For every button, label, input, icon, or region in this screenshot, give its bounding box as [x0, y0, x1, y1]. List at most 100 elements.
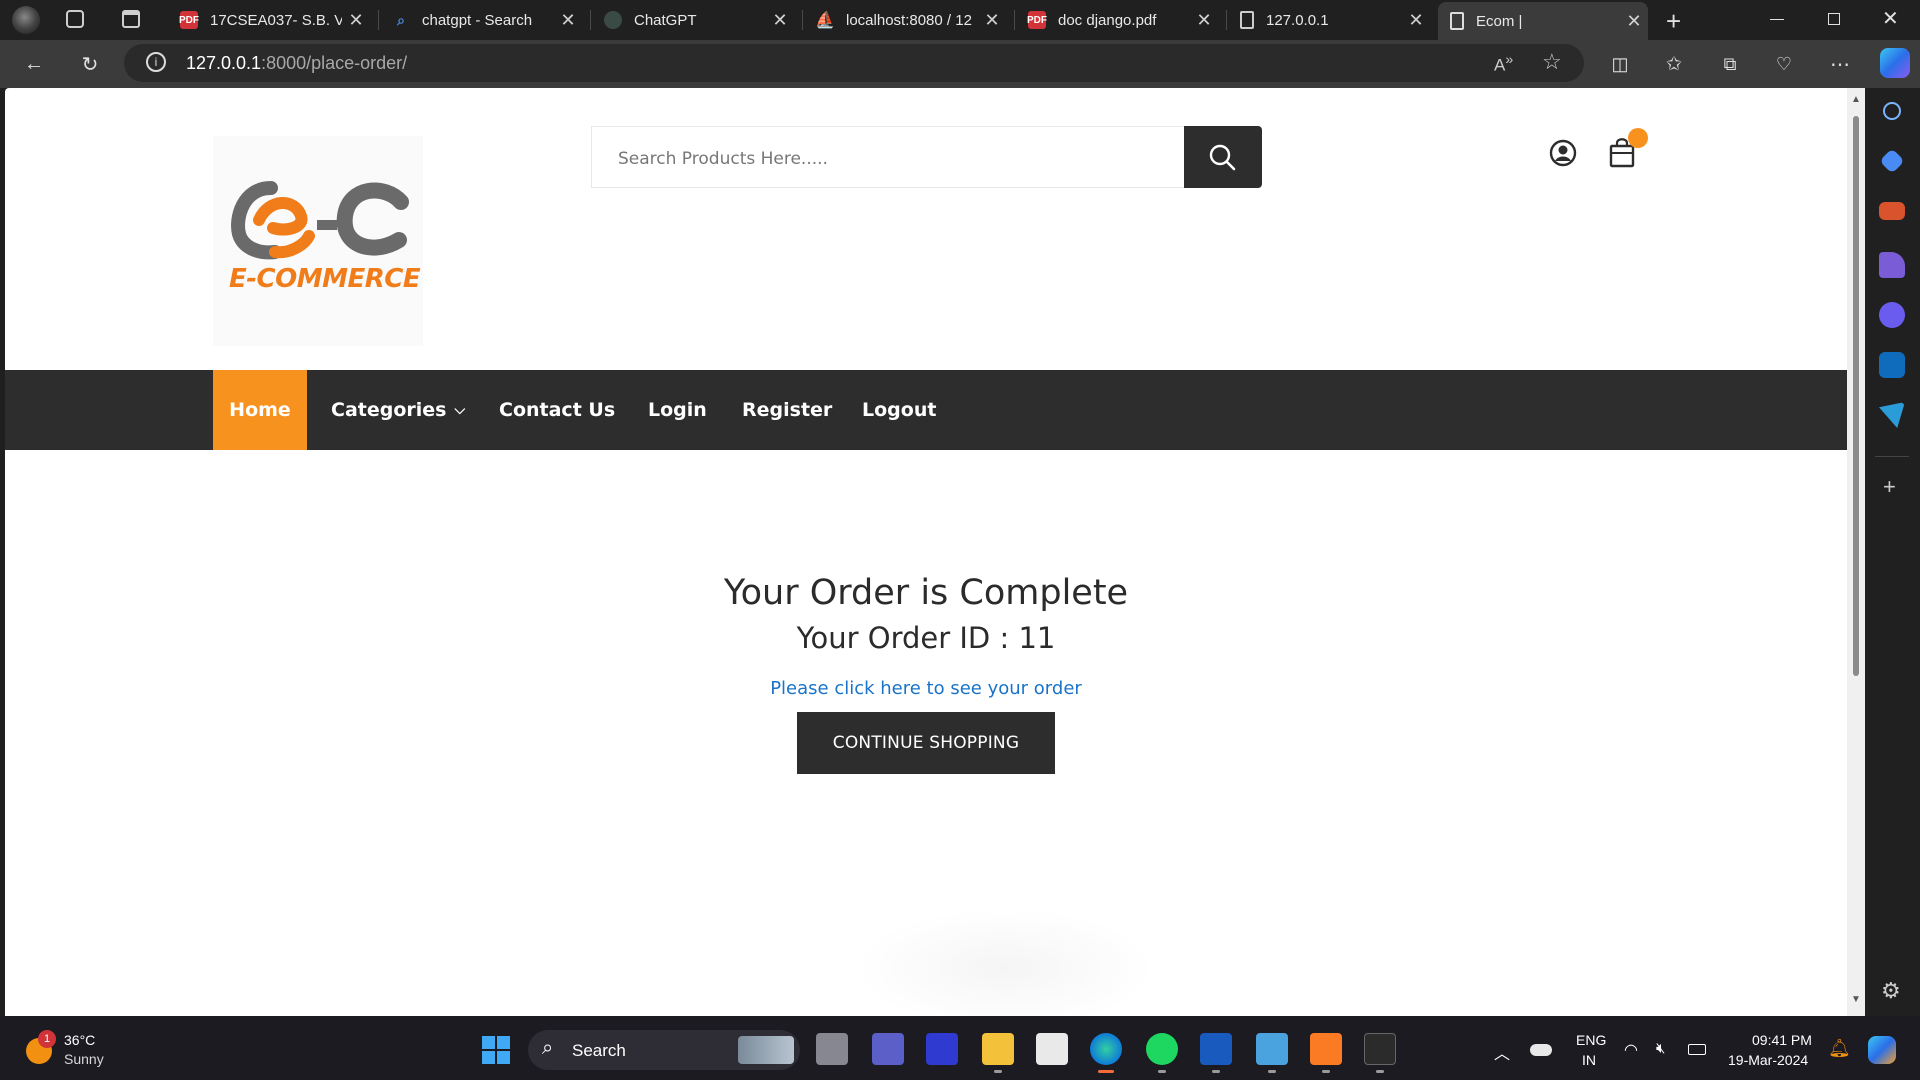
word-icon[interactable]: [1200, 1033, 1232, 1065]
logo-text: E-COMMERCE: [229, 264, 421, 294]
tools-icon[interactable]: [1879, 202, 1905, 220]
back-icon[interactable]: ←: [18, 48, 50, 80]
copilot-sidebar-icon[interactable]: [1879, 302, 1905, 328]
sidebar-search-icon[interactable]: [1883, 102, 1901, 120]
battery-icon[interactable]: [1688, 1044, 1706, 1055]
scrollbar-thumb[interactable]: [1853, 116, 1859, 676]
nav-categories-label: Categories: [331, 399, 447, 421]
language-bottom[interactable]: IN: [1582, 1052, 1596, 1068]
tab-pdf-1[interactable]: PDF 17CSEA037- S.B. VL ✕: [168, 4, 370, 36]
new-tab-icon[interactable]: +: [1666, 6, 1681, 37]
taskbar-search-label: Search: [572, 1041, 626, 1060]
tab-localhost[interactable]: 127.0.0.1 ✕: [1228, 4, 1430, 36]
workspaces-icon[interactable]: [66, 10, 84, 28]
tab-title: ChatGPT: [634, 11, 697, 29]
page-viewport: E-COMMERCE Search Products Here..... Hom…: [5, 88, 1847, 1016]
user-account-icon[interactable]: [1548, 138, 1578, 168]
nav-login[interactable]: Login: [648, 370, 707, 450]
xampp-icon[interactable]: [1310, 1033, 1342, 1065]
weather-desc: Sunny: [64, 1051, 104, 1067]
site-logo[interactable]: E-COMMERCE: [213, 136, 423, 346]
split-screen-icon[interactable]: ◫: [1604, 48, 1636, 80]
tab-chatgpt-search[interactable]: ⌕ chatgpt - Search ✕: [380, 4, 582, 36]
app-m-icon[interactable]: [926, 1033, 958, 1065]
close-icon[interactable]: ✕: [766, 10, 794, 31]
page-scrollbar[interactable]: ▲ ▼: [1847, 88, 1865, 1016]
microsoft-store-icon[interactable]: [1036, 1033, 1068, 1065]
pdf-icon: PDF: [179, 11, 199, 29]
clock-date[interactable]: 19-Mar-2024: [1728, 1052, 1808, 1068]
search-button[interactable]: [1184, 126, 1262, 188]
tab-title: chatgpt - Search: [422, 11, 533, 29]
file-explorer-icon[interactable]: [982, 1033, 1014, 1065]
close-icon[interactable]: ✕: [978, 10, 1006, 31]
weather-badge: 1: [38, 1030, 56, 1048]
tab-title: Ecom |: [1476, 12, 1523, 30]
nav-register[interactable]: Register: [742, 370, 832, 450]
close-icon[interactable]: ✕: [1190, 10, 1218, 31]
spotify-icon[interactable]: [1146, 1033, 1178, 1065]
taskbar-search-box[interactable]: ⌕ Search: [528, 1030, 800, 1070]
address-bar[interactable]: i 127.0.0.1:8000/place-order/ A» ☆: [124, 44, 1584, 82]
collections-icon[interactable]: ⧉: [1714, 48, 1746, 80]
terminal-icon[interactable]: [1364, 1033, 1396, 1065]
notepad-icon[interactable]: [1256, 1033, 1288, 1065]
order-complete-heading: Your Order is Complete: [723, 573, 1129, 613]
task-view-icon[interactable]: [816, 1033, 848, 1065]
tab-title: doc django.pdf: [1058, 11, 1157, 29]
favorite-star-icon[interactable]: ☆: [1542, 49, 1562, 75]
tab-ecom[interactable]: Ecom | ✕: [1438, 2, 1648, 40]
send-icon[interactable]: [1879, 402, 1905, 428]
tab-title: 127.0.0.1: [1266, 11, 1329, 29]
more-options-icon[interactable]: ⋯: [1824, 48, 1856, 80]
volume-muted-icon[interactable]: 🔇︎: [1656, 1040, 1665, 1057]
outlook-icon[interactable]: [1879, 352, 1905, 378]
wifi-icon[interactable]: ◠: [1624, 1040, 1638, 1060]
start-icon[interactable]: [482, 1036, 510, 1064]
edge-sidebar: + ⚙: [1865, 88, 1920, 1016]
add-sidebar-item-icon[interactable]: +: [1883, 474, 1896, 500]
site-info-icon[interactable]: i: [146, 52, 166, 72]
onedrive-icon[interactable]: [1530, 1044, 1552, 1056]
minimize-icon[interactable]: [1770, 19, 1784, 20]
copilot-icon[interactable]: [1880, 48, 1910, 78]
scroll-up-icon[interactable]: ▲: [1851, 94, 1861, 105]
close-icon[interactable]: ✕: [1620, 11, 1648, 32]
search-input[interactable]: Search Products Here.....: [591, 126, 1199, 188]
restore-icon[interactable]: [1828, 13, 1840, 25]
tab-chatgpt[interactable]: ChatGPT ✕: [592, 4, 794, 36]
show-hidden-icons-icon[interactable]: ︿: [1494, 1040, 1510, 1064]
language-top[interactable]: ENG: [1576, 1032, 1606, 1048]
games-icon[interactable]: [1879, 252, 1905, 278]
nav-categories[interactable]: Categories ⌵: [331, 370, 465, 450]
continue-shopping-button[interactable]: CONTINUE SHOPPING: [797, 712, 1055, 774]
nav-logout[interactable]: Logout: [862, 370, 936, 450]
close-icon[interactable]: ✕: [342, 10, 370, 31]
read-aloud-icon[interactable]: A»: [1494, 52, 1513, 76]
browser-essentials-icon[interactable]: ♡: [1768, 48, 1800, 80]
weather-widget[interactable]: 1 36°C Sunny: [26, 1030, 146, 1070]
refresh-icon[interactable]: ↻: [74, 48, 106, 80]
close-icon[interactable]: ✕: [554, 10, 582, 31]
shopping-tag-icon[interactable]: [1879, 148, 1905, 174]
sidebar-settings-icon[interactable]: ⚙: [1881, 978, 1901, 1004]
close-icon[interactable]: ✕: [1402, 10, 1430, 31]
copilot-taskbar-icon[interactable]: [1868, 1036, 1896, 1064]
nav-contact-us[interactable]: Contact Us: [499, 370, 615, 450]
url-path: :8000/place-order/: [261, 53, 408, 73]
nav-home[interactable]: Home: [213, 370, 307, 450]
teams-icon[interactable]: [872, 1033, 904, 1065]
window-close-icon[interactable]: ✕: [1882, 6, 1899, 31]
vertical-tabs-icon[interactable]: [122, 10, 140, 28]
tab-phpmyadmin[interactable]: ⛵ localhost:8080 / 12 ✕: [804, 4, 1006, 36]
favorites-icon[interactable]: ✩: [1658, 48, 1690, 80]
edge-browser-icon[interactable]: [1090, 1033, 1122, 1065]
clock-time[interactable]: 09:41 PM: [1752, 1032, 1812, 1048]
notification-bell-icon[interactable]: 🔔︎: [1828, 1038, 1851, 1059]
scroll-down-icon[interactable]: ▼: [1851, 994, 1861, 1005]
chevron-down-icon: ⌵: [454, 402, 466, 418]
search-icon: [1209, 144, 1236, 171]
profile-avatar[interactable]: [12, 6, 40, 34]
view-order-link[interactable]: Please click here to see your order: [5, 678, 1847, 699]
tab-pdf-2[interactable]: PDF doc django.pdf ✕: [1016, 4, 1218, 36]
